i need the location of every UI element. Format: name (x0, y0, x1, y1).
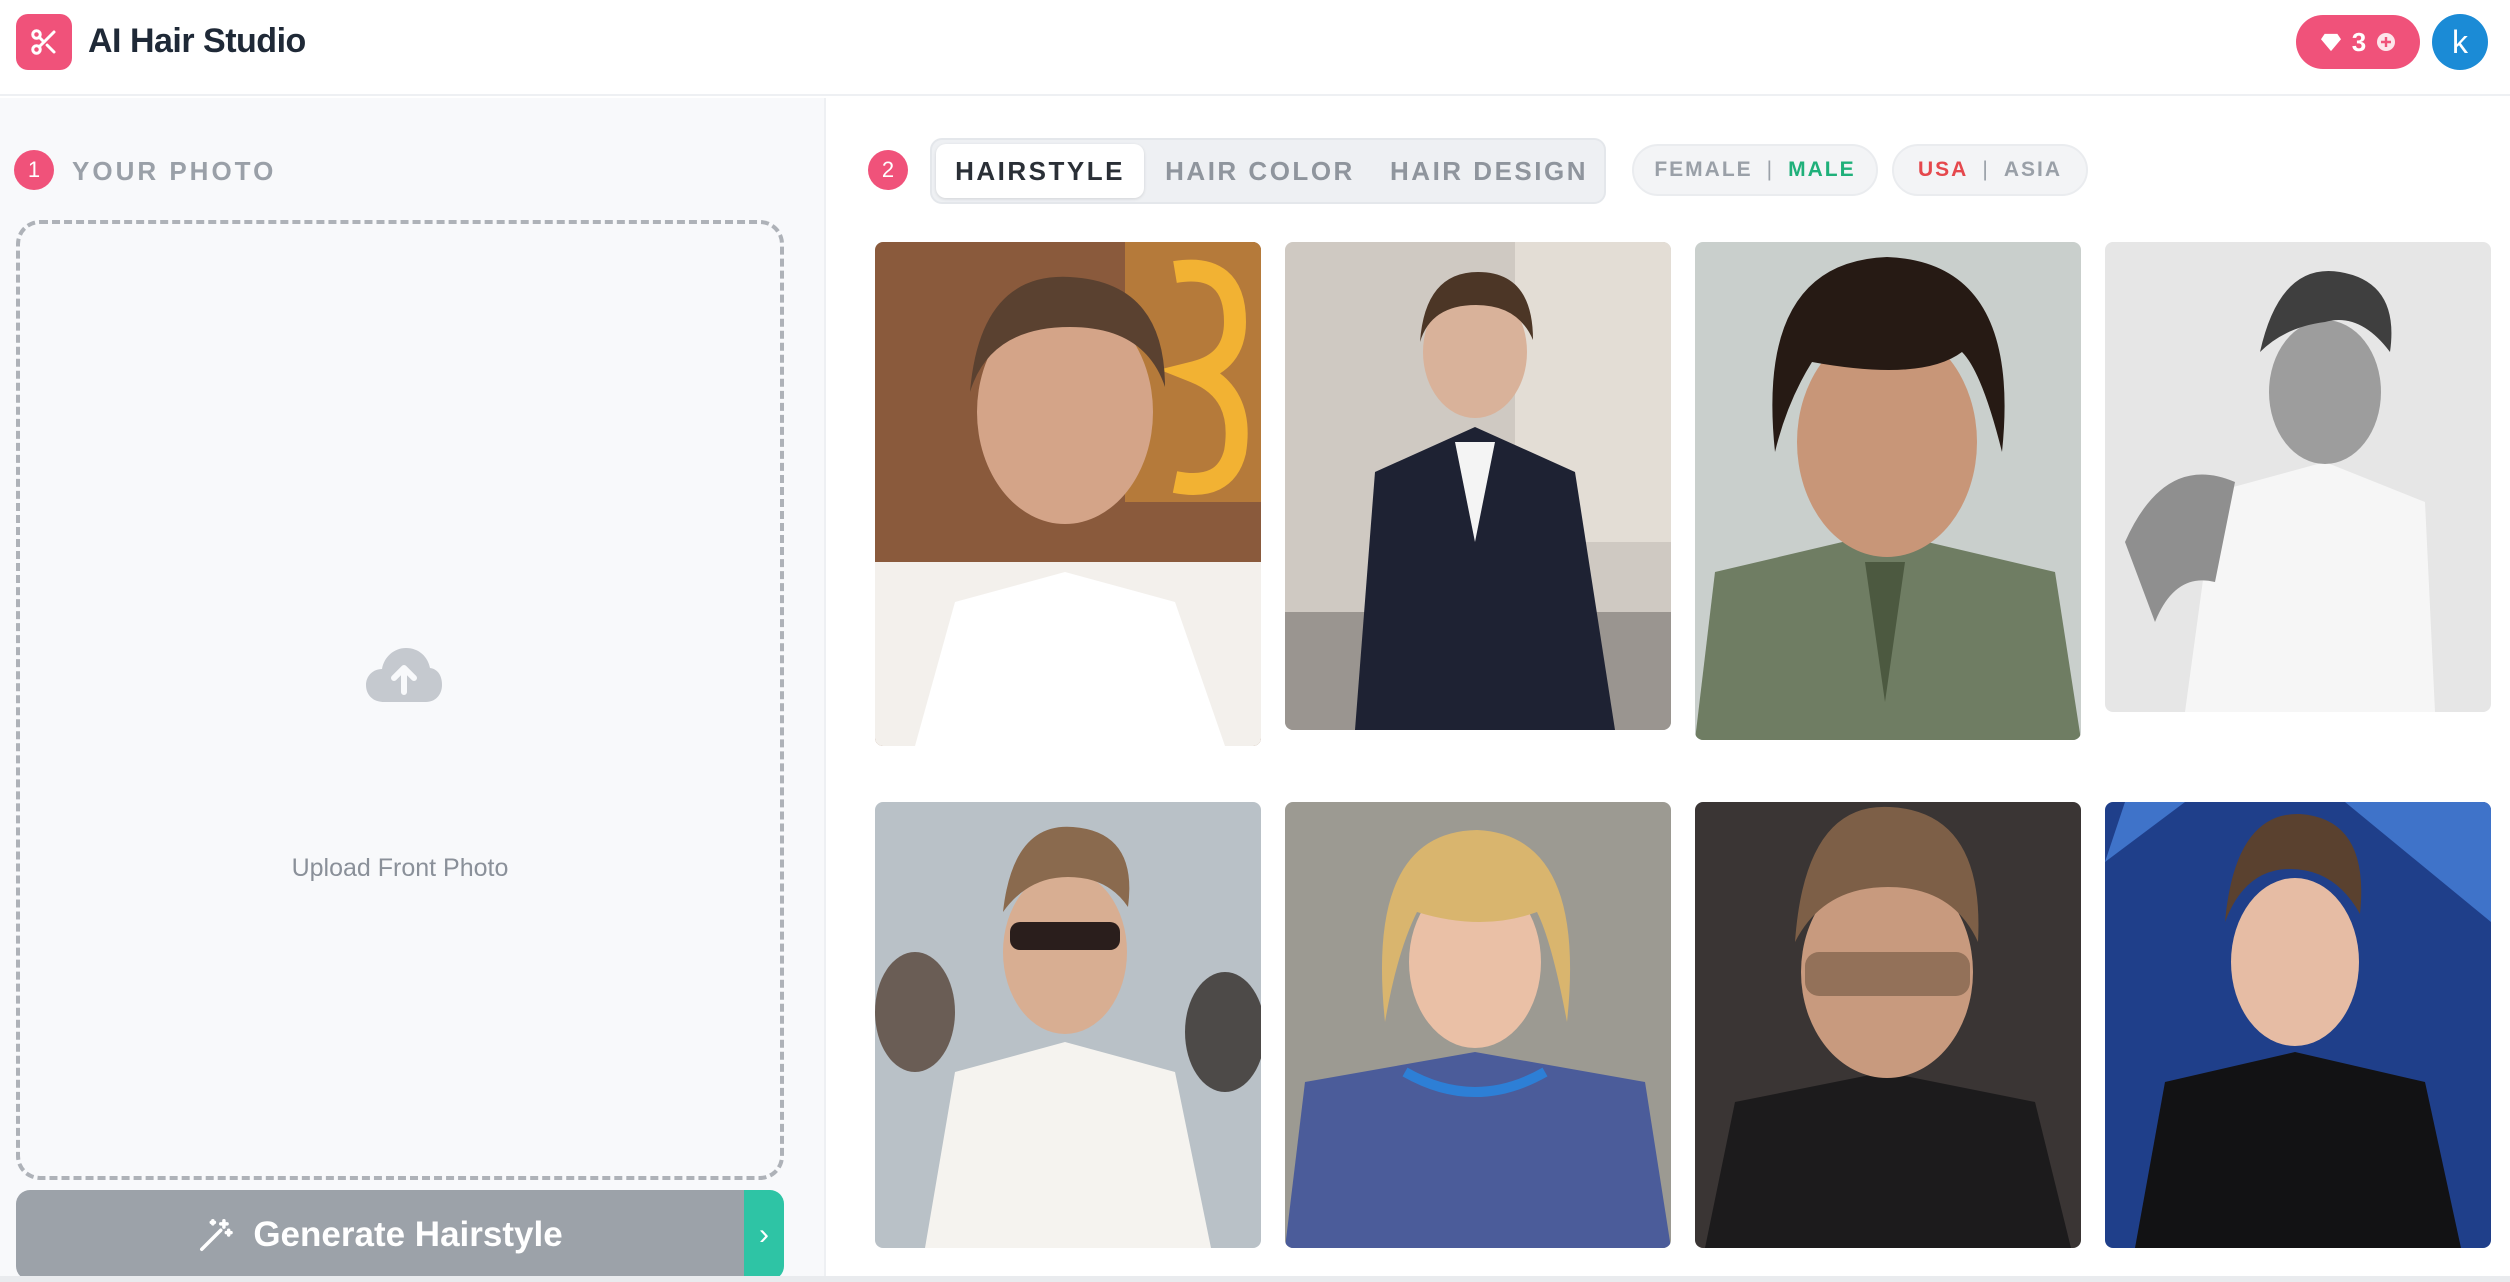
region-asia-option[interactable]: ASIA (2004, 158, 2062, 182)
chevron-right-icon[interactable]: › (744, 1190, 784, 1280)
region-usa-option[interactable]: USA (1918, 158, 1968, 182)
tab-hairstyle[interactable]: HAIRSTYLE (936, 144, 1144, 198)
credits-badge[interactable]: 3 (2296, 15, 2420, 69)
hairstyle-card[interactable] (875, 802, 1261, 1248)
scissors-icon[interactable] (16, 14, 72, 70)
tab-hair-design[interactable]: HAIR DESIGN (1376, 144, 1602, 198)
gender-toggle[interactable]: FEMALE | MALE (1632, 144, 1878, 196)
photo-thumbnail (2105, 802, 2491, 1248)
upload-label: Upload Front Photo (291, 854, 509, 882)
hairstyle-card[interactable] (1285, 242, 1671, 730)
gender-male-option[interactable]: MALE (1788, 158, 1856, 182)
app-header: AI Hair Studio 3 k (0, 0, 2510, 96)
gem-icon (2320, 33, 2341, 52)
hairstyle-card[interactable] (1695, 242, 2081, 740)
tab-hair-color[interactable]: HAIR COLOR (1150, 144, 1370, 198)
hairstyle-card[interactable] (1695, 802, 2081, 1248)
style-panel: 2 HAIRSTYLE HAIR COLOR HAIR DESIGN FEMAL… (828, 98, 2510, 1282)
photo-thumbnail (2105, 242, 2491, 712)
photo-thumbnail (1285, 242, 1671, 730)
hairstyle-card[interactable] (2105, 242, 2491, 712)
photo-thumbnail (875, 242, 1261, 746)
app-title: AI Hair Studio (88, 22, 306, 60)
step-1-badge: 1 (14, 150, 54, 190)
cloud-upload-icon (366, 648, 442, 702)
plus-circle-icon (2377, 33, 2396, 51)
region-toggle[interactable]: USA | ASIA (1892, 144, 2088, 196)
style-tabs: HAIRSTYLE HAIR COLOR HAIR DESIGN (930, 138, 1606, 204)
photo-panel: 1 YOUR PHOTO Upload Front Photo Generate… (0, 98, 826, 1282)
generate-hairstyle-button[interactable]: Generate Hairstyle (16, 1190, 744, 1280)
avatar[interactable]: k (2432, 14, 2488, 70)
photo-thumbnail (875, 802, 1261, 1248)
page-bottom-border (0, 1276, 2510, 1282)
gender-female-option[interactable]: FEMALE (1654, 158, 1752, 182)
hairstyle-card[interactable] (875, 242, 1261, 746)
upload-dropzone[interactable]: Upload Front Photo (16, 220, 784, 1180)
generate-label: Generate Hairstyle (253, 1215, 563, 1254)
photo-thumbnail (1695, 242, 2081, 740)
magic-wand-icon (200, 1219, 234, 1251)
hairstyle-card[interactable] (2105, 802, 2491, 1248)
hairstyle-card[interactable] (1285, 802, 1671, 1248)
credits-count: 3 (2351, 26, 2367, 57)
step-2-badge: 2 (868, 150, 908, 190)
photo-thumbnail (1285, 802, 1671, 1248)
photo-thumbnail (1695, 802, 2081, 1248)
step-1-label: YOUR PHOTO (72, 156, 277, 186)
